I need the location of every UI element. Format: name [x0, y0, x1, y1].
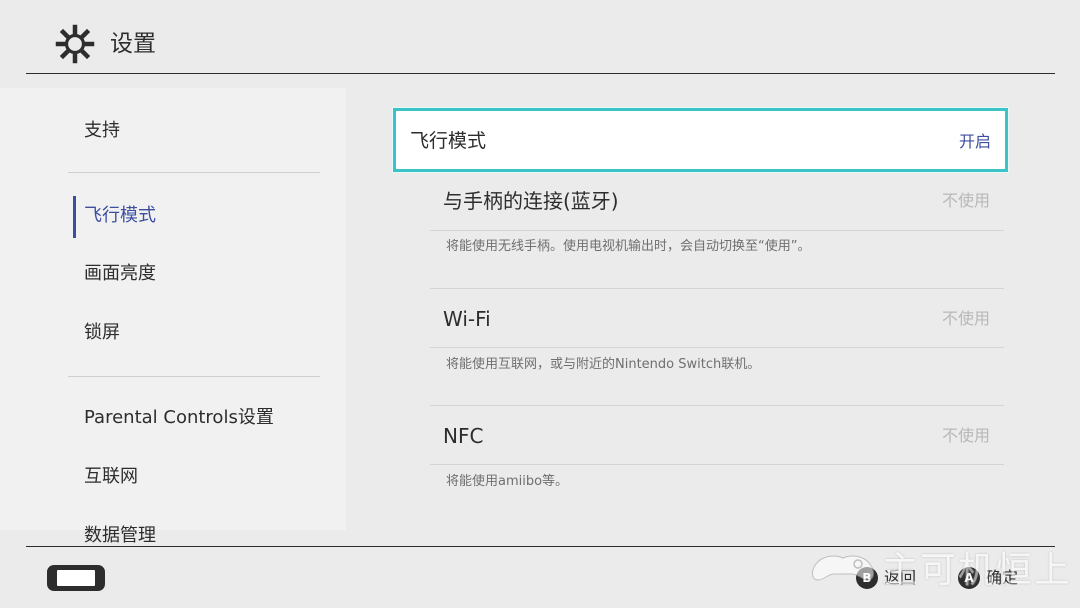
sidebar-active-indicator — [73, 196, 76, 238]
row-divider — [430, 464, 1004, 465]
bluetooth-row[interactable]: 与手柄的连接(蓝牙) 不使用 — [430, 172, 1004, 230]
sidebar-item-parental-controls[interactable]: Parental Controls设置 — [84, 405, 274, 431]
sidebar-divider — [68, 376, 320, 377]
nfc-value: 不使用 — [941, 426, 990, 445]
sidebar-item-internet[interactable]: 互联网 — [84, 464, 138, 490]
wifi-row[interactable]: Wi-Fi 不使用 — [430, 290, 1004, 348]
sidebar-item-screen-lock[interactable]: 锁屏 — [84, 320, 120, 346]
row-divider — [430, 230, 1004, 231]
sidebar-divider — [68, 172, 320, 173]
row-divider — [430, 288, 1004, 289]
bluetooth-value: 不使用 — [941, 191, 990, 210]
sidebar-item-brightness[interactable]: 画面亮度 — [84, 261, 156, 287]
header-divider — [26, 73, 1055, 74]
wifi-description: 将能使用互联网，或与附近的Nintendo Switch联机。 — [446, 357, 761, 372]
row-divider — [430, 347, 1004, 348]
nfc-row[interactable]: NFC 不使用 — [430, 407, 1004, 465]
row-divider — [430, 405, 1004, 406]
gear-icon — [55, 24, 95, 64]
watermark: 主可机恒上 — [808, 540, 1074, 604]
wifi-label: Wi-Fi — [443, 307, 491, 331]
airplane-mode-value: 开启 — [958, 132, 991, 151]
nfc-label: NFC — [443, 424, 484, 448]
wifi-value: 不使用 — [941, 309, 990, 328]
watermark-logo-icon — [811, 555, 875, 581]
sidebar-item-airplane-mode[interactable]: 飞行模式 — [84, 203, 156, 229]
watermark-text: 主可机恒上 — [882, 550, 1073, 591]
page-title: 设置 — [110, 31, 156, 57]
nfc-description: 将能使用amiibo等。 — [446, 474, 569, 489]
airplane-mode-row[interactable]: 飞行模式 开启 — [393, 108, 1008, 172]
bluetooth-description: 将能使用无线手柄。使用电视机输出时，会自动切换至“使用”。 — [446, 239, 811, 254]
sidebar-item-support[interactable]: 支持 — [84, 118, 120, 144]
airplane-mode-label: 飞行模式 — [410, 130, 487, 152]
header: 设置 — [0, 0, 1080, 74]
bluetooth-label: 与手柄的连接(蓝牙) — [443, 189, 619, 213]
sidebar — [0, 88, 346, 530]
switch-console-icon — [47, 565, 105, 591]
